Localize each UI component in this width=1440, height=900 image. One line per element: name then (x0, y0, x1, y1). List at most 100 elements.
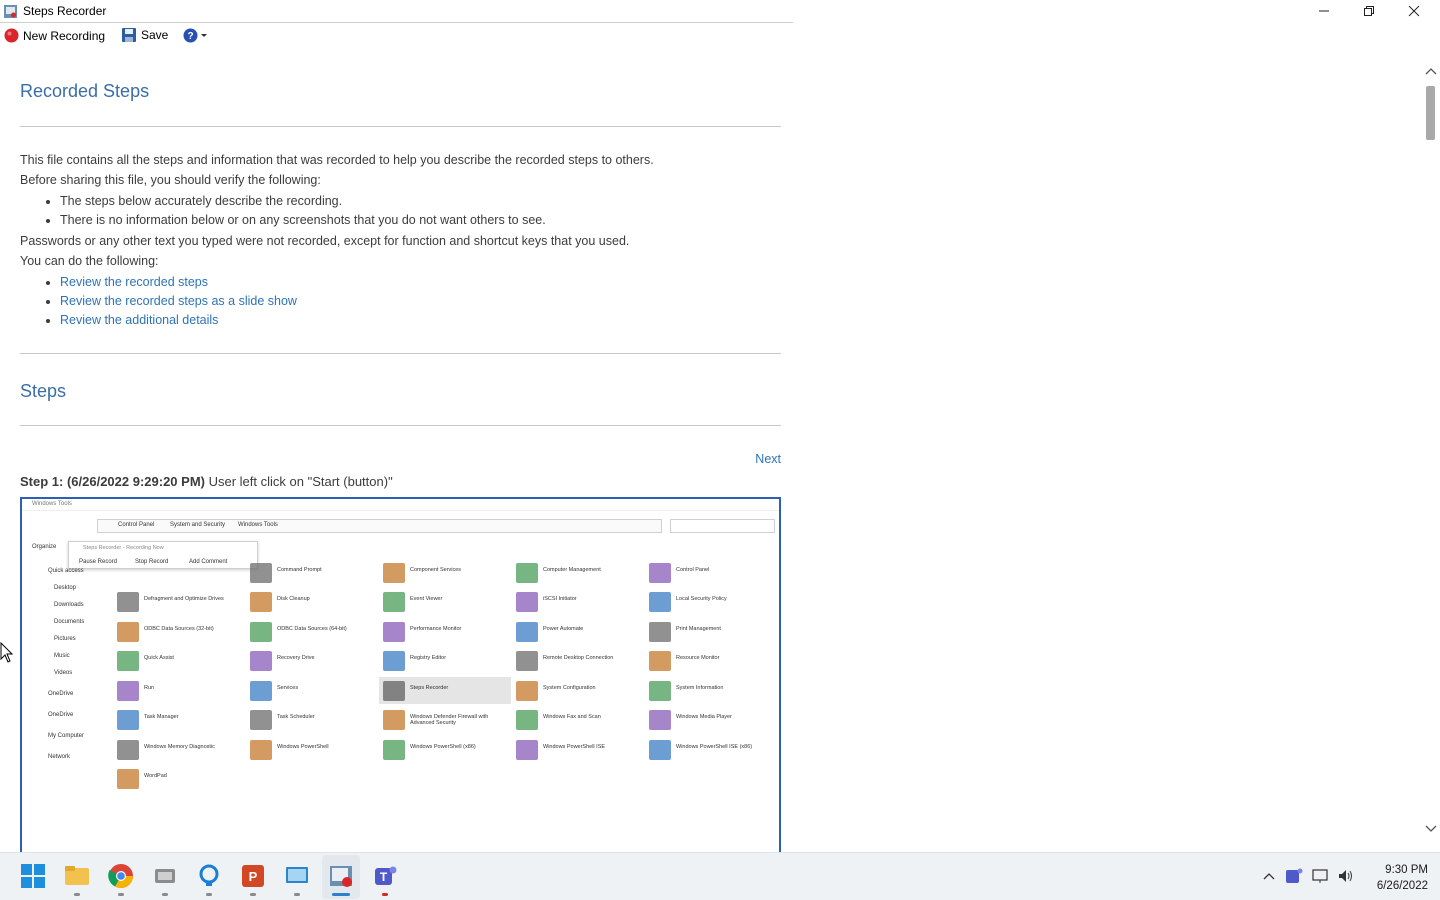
restore-button[interactable] (1346, 0, 1392, 22)
shot-item-label: Resource Monitor (676, 655, 720, 661)
step-1-title: Step 1: (6/26/2022 9:29:20 PM) User left… (20, 474, 393, 489)
bullet (46, 319, 50, 323)
bullet (46, 281, 50, 285)
shot-item-label: Windows Memory Diagnostic (144, 744, 215, 750)
shot-recorder-title: Steps Recorder - Recording Now (83, 545, 164, 551)
scroll-down-icon[interactable] (1422, 824, 1440, 834)
svg-text:P: P (249, 869, 258, 884)
shot-item-label: Run (144, 685, 155, 691)
save-icon (122, 28, 136, 42)
shot-item-icon (383, 740, 405, 760)
shot-item-label: Command Prompt (277, 567, 322, 573)
shot-item-label: Print Management (676, 626, 721, 632)
shot-item-label: Local Security Policy (676, 596, 727, 602)
shot-item-icon (516, 563, 538, 583)
passwords-note: Passwords or any other text you typed we… (20, 234, 630, 248)
next-link[interactable]: Next (755, 452, 781, 466)
review-details-link[interactable]: Review the additional details (60, 313, 218, 327)
scroll-up-icon[interactable] (1422, 66, 1440, 76)
title-bar: Steps Recorder (0, 0, 1440, 24)
shot-item-icon (383, 710, 405, 730)
shot-nav-item: Quick access (48, 568, 84, 574)
shot-item-label: Quick Assist (144, 655, 174, 661)
shot-breadcrumb-3: Windows Tools (238, 522, 278, 528)
shot-item-label: Power Automate (543, 626, 584, 632)
review-slideshow-link[interactable]: Review the recorded steps as a slide sho… (60, 294, 297, 308)
network-icon[interactable] (1312, 868, 1330, 884)
shot-item-icon (250, 740, 272, 760)
shot-nav-item: Documents (54, 619, 85, 625)
shot-item-icon (117, 622, 139, 642)
system-clock[interactable]: 9:30 PM 6/26/2022 (1377, 862, 1428, 894)
intro-text-1: This file contains all the steps and inf… (20, 153, 654, 167)
verify-item: There is no information below or on any … (60, 213, 546, 227)
file-explorer-icon[interactable] (64, 863, 90, 889)
shot-item-label: System Configuration (543, 685, 596, 691)
clock-time: 9:30 PM (1385, 864, 1428, 876)
control-panel-icon[interactable] (284, 863, 310, 889)
lightbulb-icon[interactable] (196, 863, 222, 889)
shot-item-label: iSCSI Initiator (543, 596, 577, 602)
shot-nav-item: Desktop (54, 585, 77, 591)
steps-recorder-taskbar-icon[interactable] (328, 863, 354, 889)
divider (20, 425, 781, 426)
running-indicator (294, 893, 300, 896)
shot-item-icon (250, 710, 272, 730)
app-icon[interactable] (152, 863, 178, 889)
shot-item-label: Windows Defender Firewall with Advanced … (410, 714, 489, 726)
shot-item-icon (383, 651, 405, 671)
shot-item-label: Windows Media Player (676, 714, 732, 720)
chevron-up-icon[interactable] (1262, 871, 1276, 881)
verify-item: The steps below accurately describe the … (60, 194, 343, 208)
clock-date: 6/26/2022 (1376, 880, 1428, 892)
shot-item-icon (649, 710, 671, 730)
shot-item-icon (117, 651, 139, 671)
running-indicator (250, 893, 256, 896)
recorded-steps-heading: Recorded Steps (20, 81, 150, 101)
start-icon[interactable] (20, 863, 46, 889)
shot-nav-item: OneDrive (48, 712, 74, 718)
teams-icon[interactable]: T (372, 863, 398, 889)
bullet (46, 219, 50, 223)
shot-item-label: ODBC Data Sources (64-bit) (277, 626, 347, 632)
shot-item-label: Disk Cleanup (277, 596, 310, 602)
minimize-button[interactable] (1301, 0, 1347, 22)
shot-nav-item: Videos (54, 670, 73, 676)
teams-tray-icon[interactable] (1285, 867, 1303, 885)
close-button[interactable] (1391, 0, 1437, 22)
svg-text:T: T (380, 870, 388, 884)
shot-nav-item: Downloads (54, 602, 84, 608)
vertical-scrollbar[interactable] (1422, 62, 1440, 842)
shot-item-icon (383, 622, 405, 642)
new-recording-button[interactable]: New Recording (4, 28, 105, 43)
shot-item-icon (117, 592, 139, 612)
shot-item-icon (117, 769, 139, 789)
shot-item-label: Control Panel (676, 567, 710, 573)
mouse-cursor-icon (0, 642, 14, 663)
shot-item-label: Registry Editor (410, 655, 447, 661)
chrome-icon[interactable] (108, 863, 134, 889)
scrollbar-thumb[interactable] (1426, 86, 1435, 140)
taskbar: P T 9:30 PM 6/26/2022 (0, 852, 1440, 900)
review-steps-link[interactable]: Review the recorded steps (60, 275, 208, 289)
step-1-screenshot[interactable]: Windows Tools Control Panel System and S… (20, 497, 781, 857)
shot-breadcrumb-1: Control Panel (118, 522, 155, 528)
shot-window-title: Windows Tools (32, 501, 72, 507)
shot-item-label: WordPad (144, 773, 167, 779)
save-button[interactable]: Save (122, 28, 168, 42)
shot-item-label: Recovery Drive (277, 655, 315, 661)
shot-item-label: System Information (676, 685, 724, 691)
divider (20, 126, 781, 127)
shot-organize: Organize (32, 544, 57, 550)
running-indicator (118, 893, 124, 896)
close-icon (1408, 5, 1420, 17)
volume-icon[interactable] (1337, 868, 1355, 884)
shot-item-label: Services (277, 685, 299, 691)
minimize-icon (1319, 10, 1329, 12)
powerpoint-icon[interactable]: P (240, 863, 266, 889)
shot-recorder-bar: Steps Recorder - Recording Now Pause Rec… (68, 541, 258, 569)
save-label: Save (141, 28, 169, 42)
shot-item-label: Task Scheduler (277, 714, 315, 720)
help-button[interactable]: ? (183, 28, 209, 43)
shot-nav-item: OneDrive (48, 691, 74, 697)
